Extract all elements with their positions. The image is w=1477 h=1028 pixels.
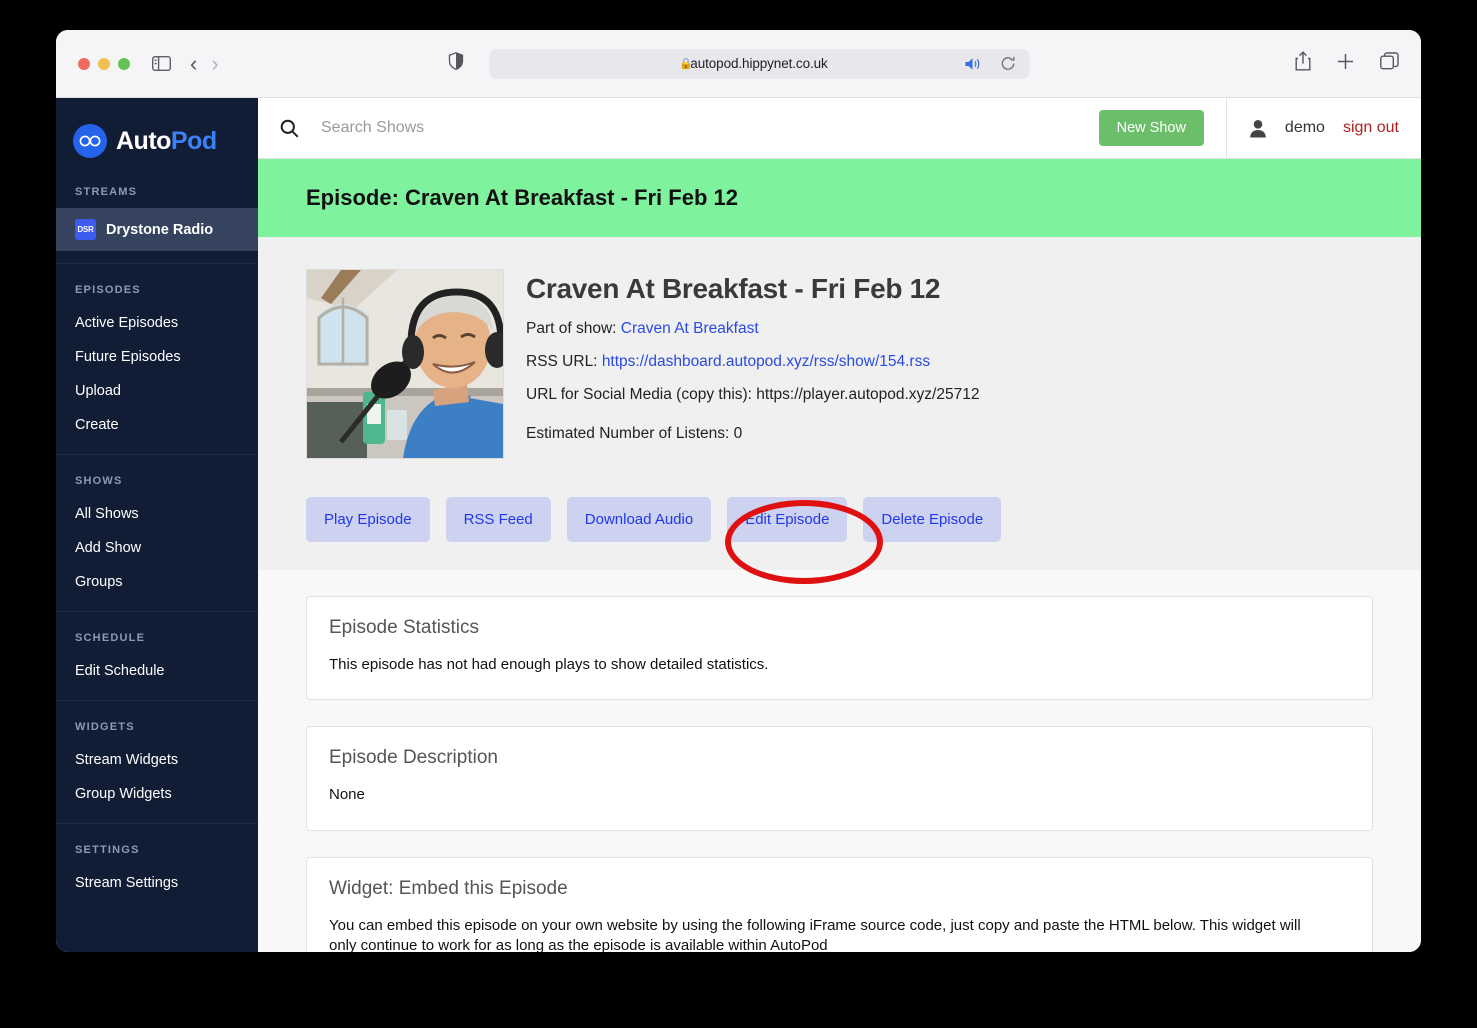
maximize-window-button[interactable] — [118, 57, 130, 70]
sidebar-item-drystone-radio[interactable]: DSR Drystone Radio — [56, 208, 258, 251]
back-button[interactable]: ‹ — [190, 52, 197, 75]
episode-info: Craven At Breakfast - Fri Feb 12 Part of… — [526, 269, 979, 459]
sidebar: AutoPod STREAMS DSR Drystone Radio EPISO… — [56, 98, 258, 952]
url-bar[interactable]: 🔒 autopod.hippynet.co.uk — [489, 48, 1029, 79]
brand-name-part2: Pod — [170, 126, 217, 155]
sidebar-item-groups[interactable]: Groups — [56, 565, 258, 599]
sidebar-item-create[interactable]: Create — [56, 408, 258, 442]
close-window-button[interactable] — [78, 57, 90, 70]
main-content: New Show demo sign out Episode: Craven A… — [258, 98, 1421, 952]
minimize-window-button[interactable] — [98, 57, 110, 70]
browser-window: ‹ › 🔒 autopod.hippynet.co.uk AutoPod STR… — [56, 30, 1421, 952]
user-zone: demo sign out — [1225, 98, 1421, 158]
play-episode-button[interactable]: Play Episode — [306, 497, 430, 542]
sidebar-section-episodes: EPISODES Active Episodes Future Episodes… — [56, 264, 258, 455]
search-area — [258, 119, 1099, 138]
card-body: None — [329, 786, 365, 804]
sidebar-heading-shows: SHOWS — [75, 475, 123, 487]
info-cards: Episode Statistics This episode has not … — [258, 570, 1421, 952]
part-of-show-line: Part of show: Craven At Breakfast — [526, 320, 979, 338]
app-body: AutoPod STREAMS DSR Drystone Radio EPISO… — [56, 98, 1421, 952]
sidebar-item-stream-settings[interactable]: Stream Settings — [56, 866, 258, 900]
username-label: demo — [1284, 119, 1325, 136]
rss-url-line: RSS URL: https://dashboard.autopod.xyz/r… — [526, 353, 979, 371]
rss-url-link[interactable]: https://dashboard.autopod.xyz/rss/show/1… — [602, 353, 930, 370]
sidebar-item-upload[interactable]: Upload — [56, 374, 258, 408]
sidebar-heading-episodes: EPISODES — [75, 284, 141, 296]
search-icon[interactable] — [280, 119, 299, 138]
card-body: You can embed this episode on your own w… — [329, 916, 1301, 953]
speaker-icon[interactable] — [965, 57, 981, 71]
page-title: Episode: Craven At Breakfast - Fri Feb 1… — [306, 185, 738, 210]
privacy-shield-icon[interactable] — [448, 52, 463, 75]
listens-line: Estimated Number of Listens: 0 — [526, 425, 743, 442]
sidebar-heading-widgets: WIDGETS — [75, 721, 135, 733]
sidebar-item-group-widgets[interactable]: Group Widgets — [56, 777, 258, 811]
rss-url-label: RSS URL: — [526, 353, 598, 370]
sidebar-section-widgets: WIDGETS Stream Widgets Group Widgets — [56, 701, 258, 824]
sidebar-toggle-icon[interactable] — [148, 51, 174, 77]
page-banner: Episode: Craven At Breakfast - Fri Feb 1… — [258, 159, 1421, 237]
binoculars-logo-icon — [73, 124, 107, 158]
social-url-line: URL for Social Media (copy this): https:… — [526, 386, 980, 403]
brand-name-part1: Auto — [116, 126, 171, 155]
toolbar-right-icons — [1295, 51, 1399, 76]
show-link[interactable]: Craven At Breakfast — [621, 320, 759, 337]
sidebar-section-streams: STREAMS DSR Drystone Radio — [56, 158, 258, 264]
sidebar-section-schedule: SCHEDULE Edit Schedule — [56, 612, 258, 701]
navigation-arrows[interactable]: ‹ › — [190, 52, 219, 75]
episode-title: Craven At Breakfast - Fri Feb 12 — [526, 273, 941, 304]
episode-description-card: Episode Description None — [306, 726, 1373, 831]
brand-logo[interactable]: AutoPod — [56, 98, 258, 158]
page-scroll-area[interactable]: Craven At Breakfast - Fri Feb 12 Part of… — [258, 237, 1421, 952]
edit-episode-button[interactable]: Edit Episode — [727, 497, 848, 542]
card-title: Widget: Embed this Episode — [329, 877, 568, 899]
rss-feed-button[interactable]: RSS Feed — [445, 497, 551, 542]
episode-actions: Play Episode RSS Feed Download Audio Edi… — [258, 497, 1421, 570]
sidebar-heading-schedule: SCHEDULE — [75, 632, 146, 644]
part-of-show-label: Part of show: — [526, 320, 617, 337]
sidebar-section-settings: SETTINGS Stream Settings — [56, 824, 258, 912]
app-topbar: New Show demo sign out — [258, 98, 1421, 159]
address-bar-zone: 🔒 autopod.hippynet.co.uk — [448, 48, 1029, 79]
sidebar-item-edit-schedule[interactable]: Edit Schedule — [56, 654, 258, 688]
sidebar-item-stream-widgets[interactable]: Stream Widgets — [56, 743, 258, 777]
sidebar-item-active-episodes[interactable]: Active Episodes — [56, 306, 258, 340]
plus-icon[interactable] — [1337, 53, 1354, 75]
sidebar-heading-settings: SETTINGS — [75, 844, 140, 856]
delete-episode-button[interactable]: Delete Episode — [863, 497, 1002, 542]
forward-button[interactable]: › — [211, 52, 218, 75]
person-icon — [1249, 119, 1267, 138]
stream-badge-icon: DSR — [75, 219, 96, 240]
episode-hero: Craven At Breakfast - Fri Feb 12 Part of… — [258, 237, 1421, 497]
card-title: Episode Statistics — [329, 617, 479, 638]
tabs-overview-icon[interactable] — [1380, 52, 1399, 75]
sidebar-item-future-episodes[interactable]: Future Episodes — [56, 340, 258, 374]
episode-artwork — [306, 269, 504, 459]
download-audio-button[interactable]: Download Audio — [566, 497, 712, 542]
share-icon[interactable] — [1295, 51, 1311, 76]
sidebar-section-shows: SHOWS All Shows Add Show Groups — [56, 455, 258, 612]
window-controls[interactable] — [78, 57, 130, 70]
widget-embed-card: Widget: Embed this Episode You can embed… — [306, 856, 1373, 953]
sidebar-heading-streams: STREAMS — [75, 186, 138, 198]
brand-name: AutoPod — [116, 127, 217, 156]
url-text: autopod.hippynet.co.uk — [690, 56, 828, 71]
sidebar-item-add-show[interactable]: Add Show — [56, 531, 258, 565]
sidebar-item-all-shows[interactable]: All Shows — [56, 497, 258, 531]
card-title: Episode Description — [329, 747, 498, 769]
reload-icon[interactable] — [1000, 56, 1015, 71]
sign-out-link[interactable]: sign out — [1343, 119, 1399, 137]
new-show-button[interactable]: New Show — [1098, 110, 1204, 146]
sidebar-item-label: Drystone Radio — [106, 221, 214, 238]
episode-statistics-card: Episode Statistics This episode has not … — [306, 596, 1373, 701]
browser-toolbar: ‹ › 🔒 autopod.hippynet.co.uk — [56, 30, 1421, 98]
card-body: This episode has not had enough plays to… — [329, 656, 769, 673]
search-input[interactable] — [321, 119, 721, 137]
episode-actions-wrap: Play Episode RSS Feed Download Audio Edi… — [258, 497, 1421, 584]
